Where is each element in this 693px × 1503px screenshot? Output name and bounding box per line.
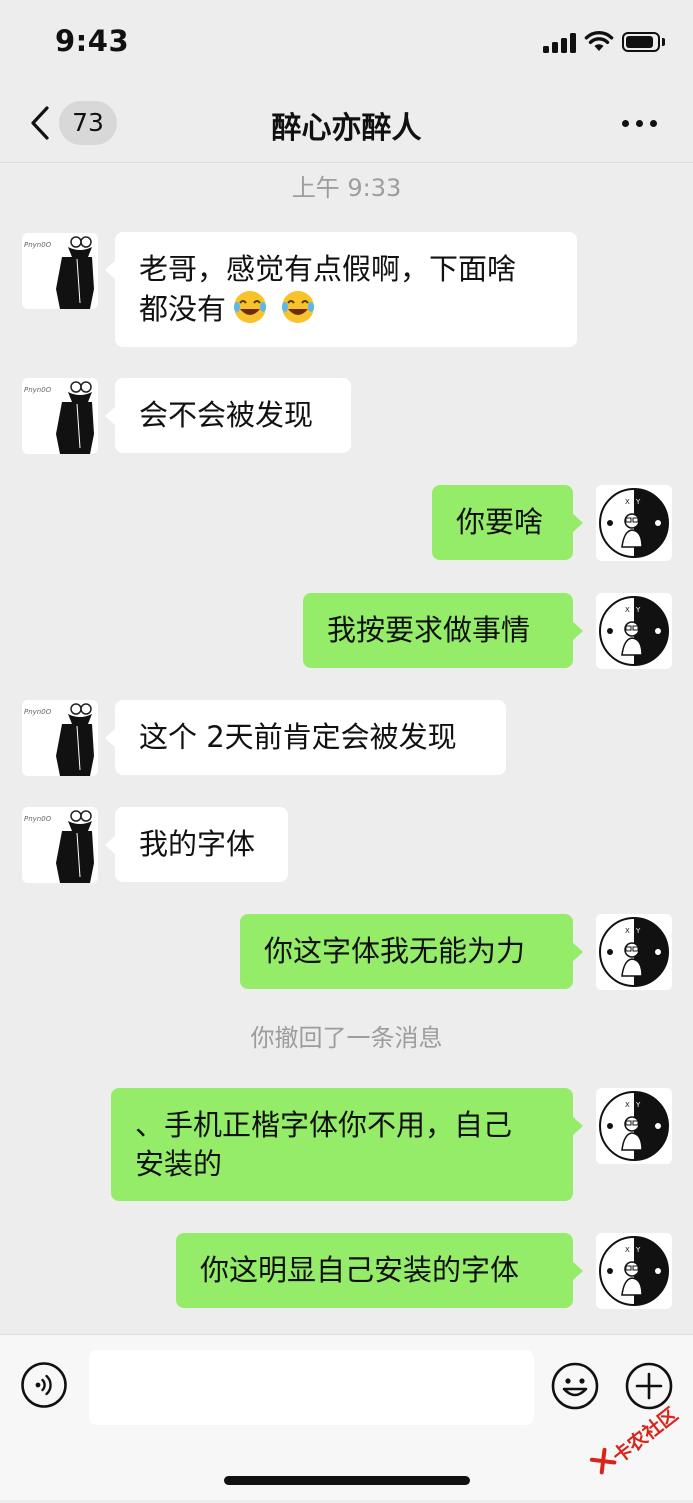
svg-text:X: X: [625, 1246, 630, 1254]
chat-header: 73 醉心亦醉人: [0, 85, 693, 163]
contact-avatar[interactable]: Pnyn0O: [22, 700, 98, 776]
svg-text:Pnyn0O: Pnyn0O: [24, 241, 52, 249]
svg-text:X: X: [625, 606, 630, 614]
contact-avatar[interactable]: Pnyn0O: [22, 378, 98, 454]
incoming-message-bubble[interactable]: 老哥，感觉有点假啊，下面啥 都没有: [105, 232, 577, 347]
more-options-icon[interactable]: [622, 120, 658, 128]
message-timestamp: 上午 9:33: [291, 174, 402, 202]
message-text: 这个 2天前肯定会被发现: [139, 720, 457, 754]
self-avatar[interactable]: X Y: [596, 1088, 672, 1164]
message-text: 你这字体我无能为力: [264, 934, 526, 968]
battery-nub: [662, 38, 665, 46]
outgoing-message-bubble[interactable]: 你要啥: [432, 485, 583, 560]
message-text: 、手机正楷字体你不用，自己: [135, 1108, 513, 1142]
incoming-message-bubble[interactable]: 这个 2天前肯定会被发现: [105, 700, 506, 775]
cellular-signal-icon: [543, 33, 577, 53]
emoji-picker-icon[interactable]: [550, 1361, 600, 1411]
svg-text:X: X: [625, 498, 630, 506]
outgoing-message-bubble[interactable]: 你这字体我无能为力: [240, 914, 583, 989]
recall-notice: 你撤回了一条消息: [250, 1024, 443, 1052]
incoming-message-bubble[interactable]: 会不会被发现: [105, 378, 351, 453]
message-text: 老哥，感觉有点假啊，下面啥: [139, 252, 517, 286]
chat-title: 醉心亦醉人: [271, 111, 422, 146]
contact-avatar[interactable]: Pnyn0O: [22, 233, 98, 309]
message-input[interactable]: [89, 1350, 534, 1425]
message-text: 你这明显自己安装的字体: [200, 1253, 520, 1287]
message-text: 会不会被发现: [139, 398, 314, 432]
outgoing-message-bubble[interactable]: 我按要求做事情: [303, 593, 583, 668]
svg-text:Y: Y: [635, 498, 641, 506]
svg-text:Pnyn0O: Pnyn0O: [24, 708, 52, 716]
message-text: 我的字体: [139, 827, 256, 861]
outgoing-message-bubble[interactable]: 你这明显自己安装的字体: [176, 1233, 583, 1308]
voice-input-icon[interactable]: [20, 1361, 68, 1409]
wifi-icon: [584, 30, 614, 51]
svg-text:X: X: [625, 1101, 630, 1109]
svg-text:Y: Y: [635, 1246, 641, 1254]
svg-text:X: X: [625, 927, 630, 935]
battery-icon: [622, 32, 660, 52]
message-text: 你要啥: [456, 505, 544, 539]
svg-text:Y: Y: [635, 606, 641, 614]
svg-text:Y: Y: [635, 1101, 641, 1109]
self-avatar[interactable]: X Y: [596, 1233, 672, 1309]
message-text: 我按要求做事情: [327, 613, 531, 647]
self-avatar[interactable]: X Y: [596, 485, 672, 561]
face-with-tears-of-joy-icon: [282, 291, 315, 323]
svg-text:Pnyn0O: Pnyn0O: [24, 386, 52, 394]
outgoing-message-bubble[interactable]: 、手机正楷字体你不用，自己 安装的: [111, 1088, 583, 1201]
home-indicator[interactable]: [224, 1476, 470, 1485]
status-bar: 9:43: [0, 0, 693, 85]
self-avatar[interactable]: X Y: [596, 593, 672, 669]
svg-text:Pnyn0O: Pnyn0O: [24, 815, 52, 823]
message-text-line2: 都没有: [139, 289, 553, 329]
message-text-line2: 安装的: [135, 1147, 223, 1181]
incoming-message-bubble[interactable]: 我的字体: [105, 807, 288, 882]
svg-text:Y: Y: [635, 927, 641, 935]
status-time: 9:43: [55, 24, 130, 58]
contact-avatar[interactable]: Pnyn0O: [22, 807, 98, 883]
face-with-tears-of-joy-icon: [234, 291, 267, 323]
self-avatar[interactable]: X Y: [596, 914, 672, 990]
